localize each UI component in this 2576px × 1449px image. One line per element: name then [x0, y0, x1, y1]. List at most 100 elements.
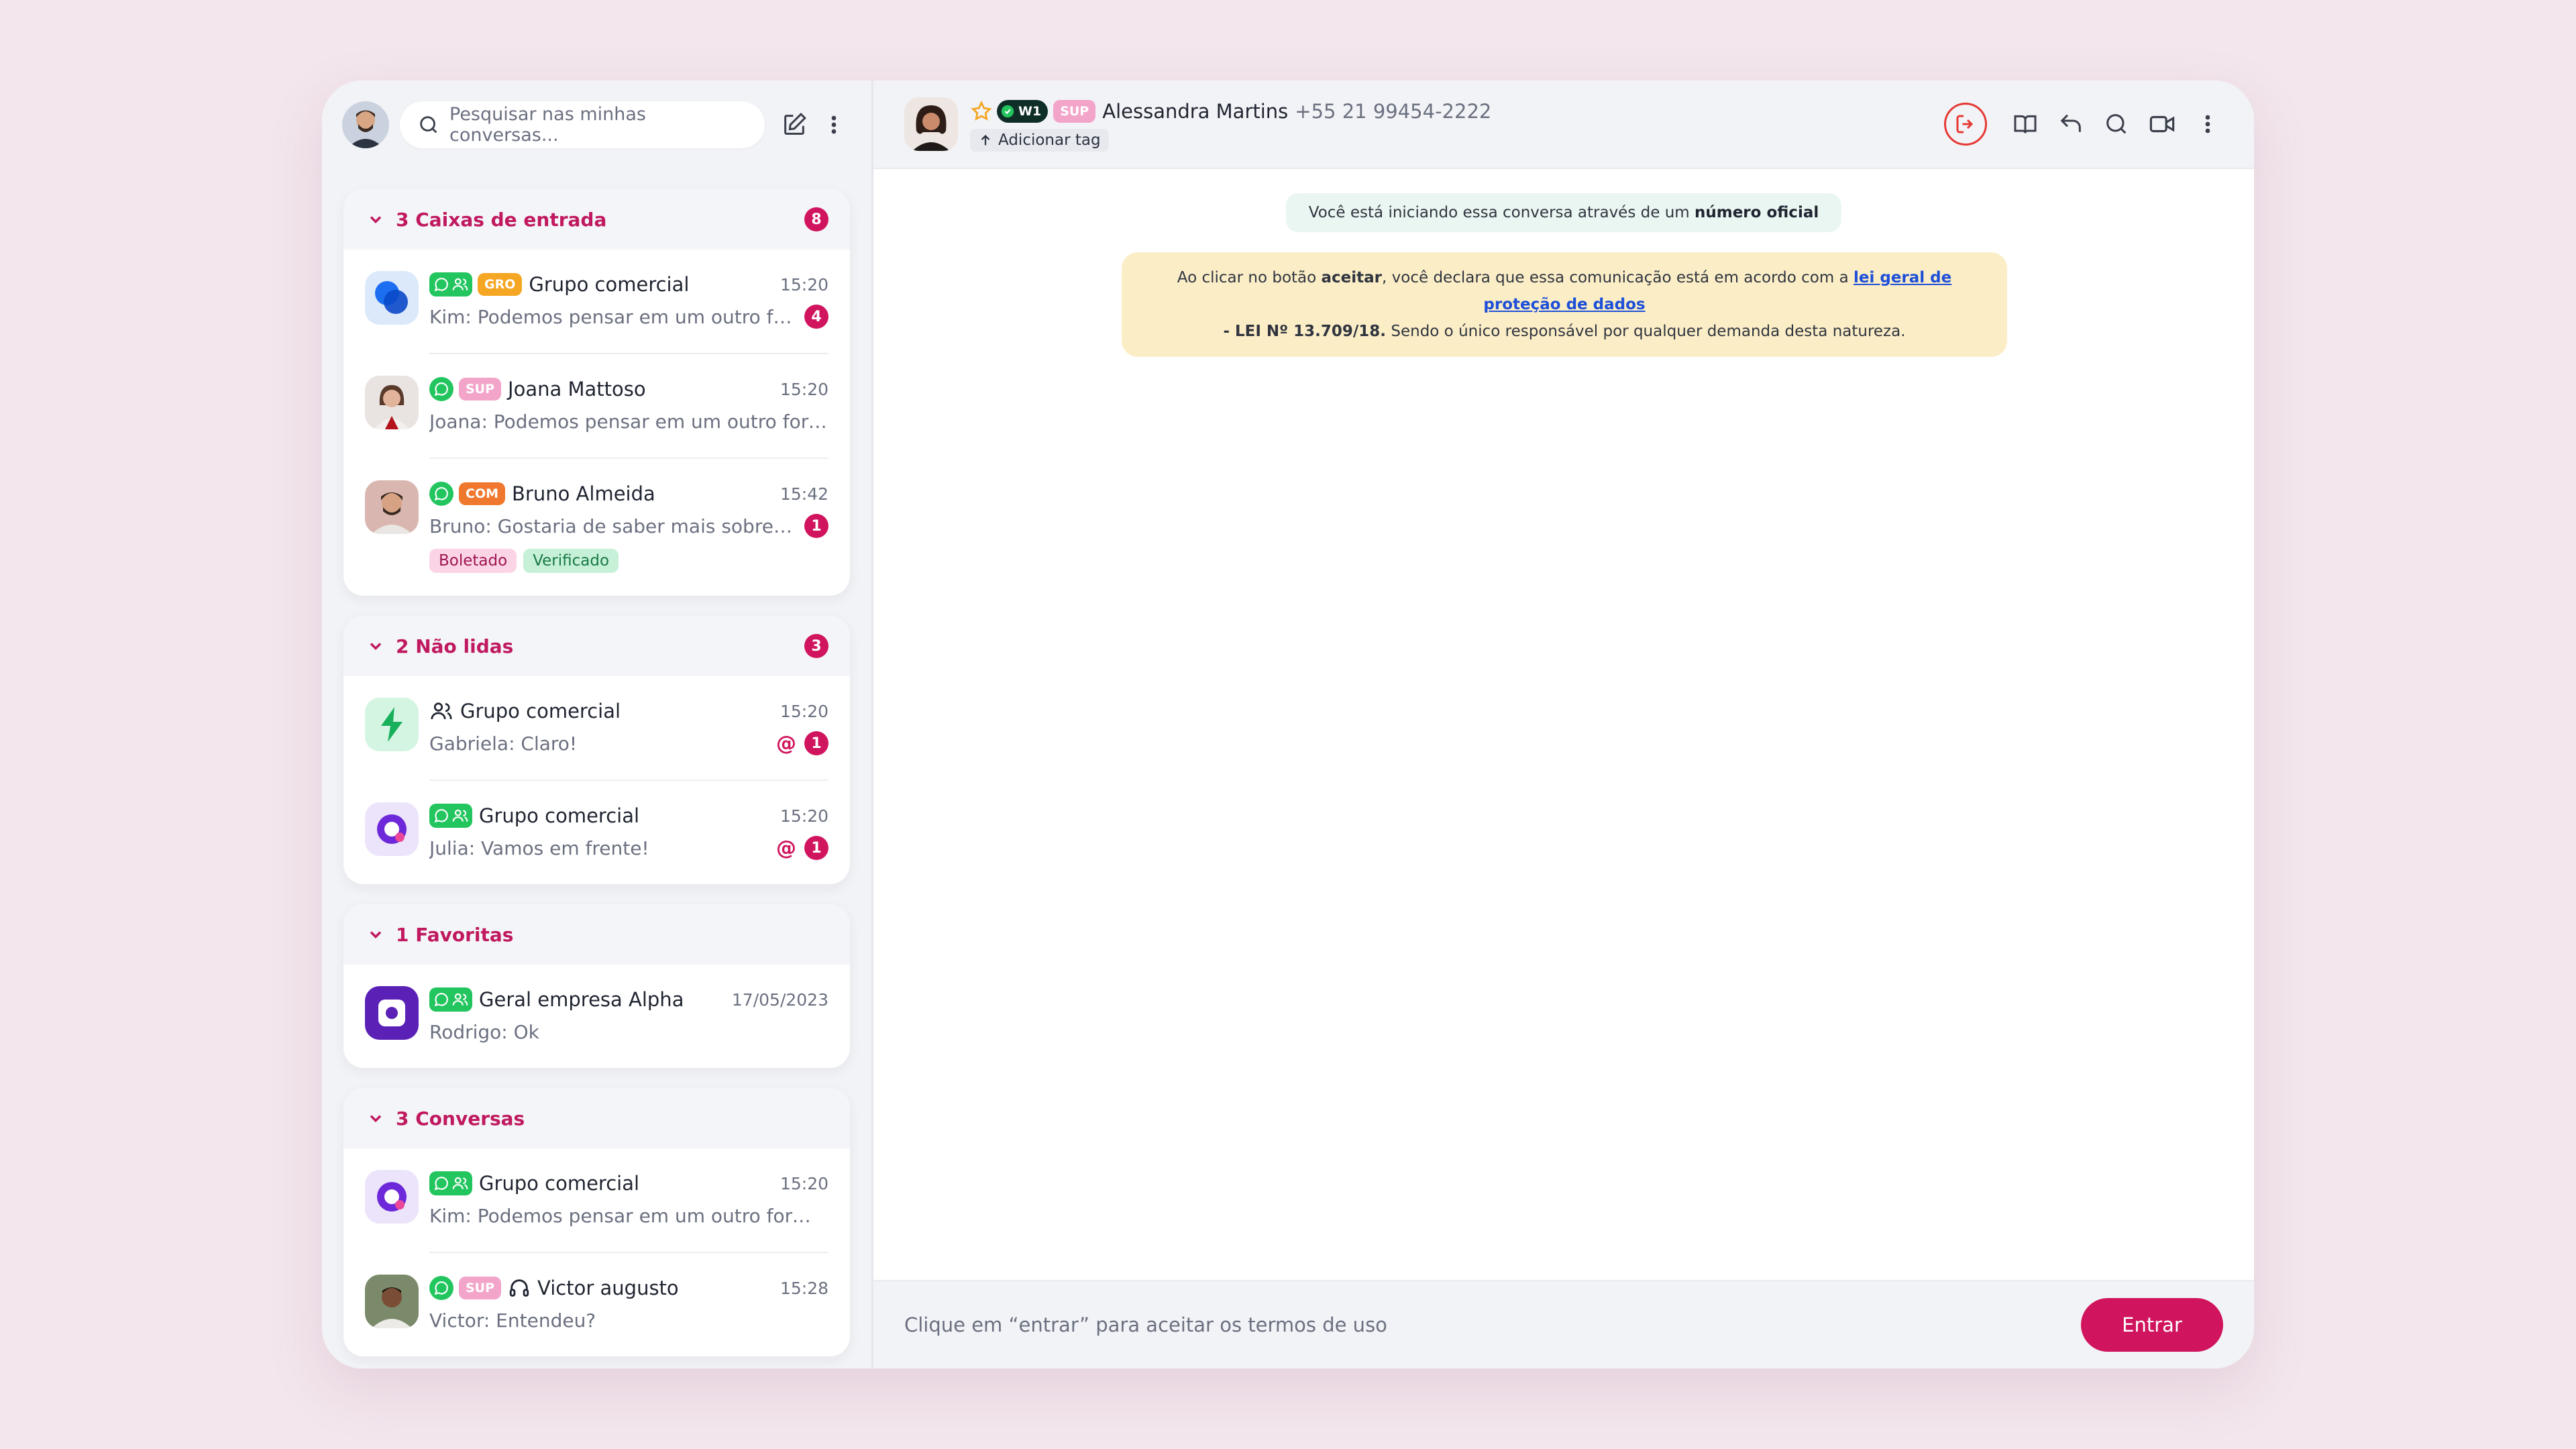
- sidebar-header: Pesquisar nas minhas conversas...: [322, 80, 871, 169]
- footer-hint: Clique em “entrar” para aceitar os termo…: [904, 1313, 1387, 1336]
- label-chip[interactable]: Boletado: [429, 549, 517, 573]
- tag-badge: GRO: [478, 273, 523, 296]
- unread-badge: 4: [804, 305, 828, 329]
- conversation-item[interactable]: Grupo comercial 15:20 Julia: Vamos em fr…: [343, 781, 850, 884]
- exit-button[interactable]: [1944, 103, 1987, 146]
- conversation-item[interactable]: Geral empresa Alpha 17/05/2023 Rodrigo: …: [343, 965, 850, 1068]
- mention-icon: @: [776, 836, 796, 860]
- conversation-item[interactable]: SUP Victor augusto 15:28 Victor: Entende…: [343, 1253, 850, 1356]
- chevron-down-icon: [366, 210, 385, 229]
- whatsapp-icon: [429, 1276, 453, 1300]
- whatsapp-group-icon: [429, 1171, 472, 1195]
- chevron-down-icon: [366, 637, 385, 655]
- search-icon: [420, 116, 437, 133]
- tag-badge: SUP: [1053, 100, 1096, 123]
- conversation-time: 15:20: [780, 1173, 828, 1193]
- conversation-preview: Kim: Podemos pensar em um outro formato: [429, 1204, 828, 1227]
- conversation-name: Geral empresa Alpha: [479, 988, 684, 1011]
- section-title: 1 Favoritas: [396, 923, 514, 946]
- unread-badge: 1: [804, 836, 828, 860]
- compose-icon[interactable]: [781, 111, 808, 138]
- group-avatar: [365, 698, 419, 751]
- more-vertical-icon[interactable]: [2192, 109, 2223, 140]
- headset-icon: [509, 1279, 529, 1297]
- section-title: 2 Não lidas: [396, 635, 514, 657]
- lgpd-text: Ao clicar no botão: [1177, 269, 1317, 286]
- conversation-preview: Gabriela: Claro!: [429, 732, 578, 755]
- conversation-preview: Kim: Podemos pensar em um outro formato: [429, 305, 796, 328]
- conversation-preview: Bruno: Gostaria de saber mais sobre o se…: [429, 515, 796, 537]
- section-title: 3 Caixas de entrada: [396, 208, 607, 231]
- section-header[interactable]: 1 Favoritas: [343, 904, 850, 965]
- contact-avatar[interactable]: [904, 97, 958, 151]
- conversation-name: Grupo comercial: [479, 804, 640, 827]
- section-header[interactable]: 3 Conversas: [343, 1088, 850, 1148]
- conversation-name: Grupo comercial: [460, 700, 621, 722]
- official-number-notice: Você está iniciando essa conversa atravé…: [1285, 193, 1842, 232]
- add-tag-button[interactable]: Adicionar tag: [970, 129, 1109, 152]
- exit-icon: [1956, 115, 1974, 133]
- conversation-name: Grupo comercial: [479, 1172, 640, 1195]
- section-header[interactable]: 2 Não lidas 3: [343, 616, 850, 676]
- video-icon[interactable]: [2147, 109, 2178, 140]
- enter-button[interactable]: Entrar: [2081, 1298, 2223, 1352]
- conversation-item[interactable]: SUP Joana Mattoso 15:20 Joana: Podemos p…: [343, 354, 850, 459]
- group-avatar: [365, 271, 419, 325]
- notice-text: Você está iniciando essa conversa atravé…: [1308, 204, 1690, 221]
- conversation-time: 15:20: [780, 806, 828, 826]
- chat-footer: Clique em “entrar” para aceitar os termo…: [873, 1280, 2254, 1368]
- conversation-preview: Julia: Vamos em frente!: [429, 837, 649, 859]
- section-unread: 2 Não lidas 3 Grupo comercial 15:20 Gabr…: [343, 616, 850, 884]
- section-count-badge: 8: [804, 207, 828, 231]
- label-chip[interactable]: Verificado: [523, 549, 619, 573]
- whatsapp-group-icon: [429, 272, 472, 297]
- app-window: Pesquisar nas minhas conversas... 3 Caix…: [322, 80, 2254, 1368]
- group-avatar: [365, 802, 419, 856]
- conversation-time: 17/05/2023: [731, 989, 828, 1010]
- conversation-time: 15:42: [780, 484, 828, 504]
- add-tag-label: Adicionar tag: [998, 131, 1101, 149]
- chat-panel: W1 SUP Alessandra Martins +55 21 99454-2…: [873, 80, 2254, 1368]
- conversation-time: 15:20: [780, 701, 828, 721]
- search-icon[interactable]: [2101, 109, 2132, 140]
- more-vertical-icon[interactable]: [824, 111, 844, 138]
- contact-name: Alessandra Martins: [1102, 100, 1289, 123]
- conversation-item[interactable]: Grupo comercial 15:20 Kim: Podemos pensa…: [343, 1148, 850, 1253]
- conversation-preview: Victor: Entendeu?: [429, 1309, 596, 1332]
- whatsapp-group-icon: [429, 987, 472, 1012]
- section-conversations: 3 Conversas Grupo comercial 15:20 Kim: P…: [343, 1088, 850, 1356]
- search-placeholder: Pesquisar nas minhas conversas...: [449, 104, 646, 146]
- conversation-item[interactable]: COM Bruno Almeida 15:42 Bruno: Gostaria …: [343, 459, 850, 596]
- search-input[interactable]: Pesquisar nas minhas conversas...: [400, 101, 765, 148]
- group-avatar: [365, 986, 419, 1040]
- conversation-time: 15:20: [780, 274, 828, 294]
- contact-avatar: [365, 480, 419, 534]
- lgpd-law: - LEI Nº 13.709/18.: [1223, 323, 1387, 340]
- conversation-name: Grupo comercial: [529, 273, 690, 296]
- mention-icon: @: [776, 731, 796, 755]
- channel-badge: W1: [997, 100, 1049, 123]
- book-icon[interactable]: [2010, 109, 2041, 140]
- chevron-down-icon: [366, 1109, 385, 1128]
- star-icon[interactable]: [970, 100, 993, 123]
- conversation-item[interactable]: Grupo comercial 15:20 Gabriela: Claro! @…: [343, 676, 850, 781]
- conversation-time: 15:28: [780, 1278, 828, 1298]
- notice-bold: número oficial: [1694, 204, 1819, 221]
- lgpd-text: , você declara que essa comunicação está…: [1382, 269, 1849, 286]
- section-favorites: 1 Favoritas Geral empresa Alpha 17/05/20…: [343, 904, 850, 1068]
- section-header[interactable]: 3 Caixas de entrada 8: [343, 189, 850, 250]
- section-title: 3 Conversas: [396, 1107, 525, 1130]
- conversation-name: Bruno Almeida: [512, 482, 655, 505]
- whatsapp-group-icon: [429, 804, 472, 828]
- chat-header: W1 SUP Alessandra Martins +55 21 99454-2…: [873, 80, 2254, 169]
- user-avatar[interactable]: [342, 101, 389, 148]
- whatsapp-icon: [429, 377, 453, 401]
- unread-badge: 1: [804, 514, 828, 538]
- tag-badge: SUP: [459, 378, 502, 400]
- section-inboxes: 3 Caixas de entrada 8 GRO Grupo comercia…: [343, 189, 850, 596]
- reply-icon[interactable]: [2055, 109, 2086, 140]
- whatsapp-icon: [429, 482, 453, 506]
- conversation-time: 15:20: [780, 379, 828, 399]
- conversation-item[interactable]: GRO Grupo comercial 15:20 Kim: Podemos p…: [343, 250, 850, 354]
- lgpd-bold: aceitar: [1321, 269, 1383, 286]
